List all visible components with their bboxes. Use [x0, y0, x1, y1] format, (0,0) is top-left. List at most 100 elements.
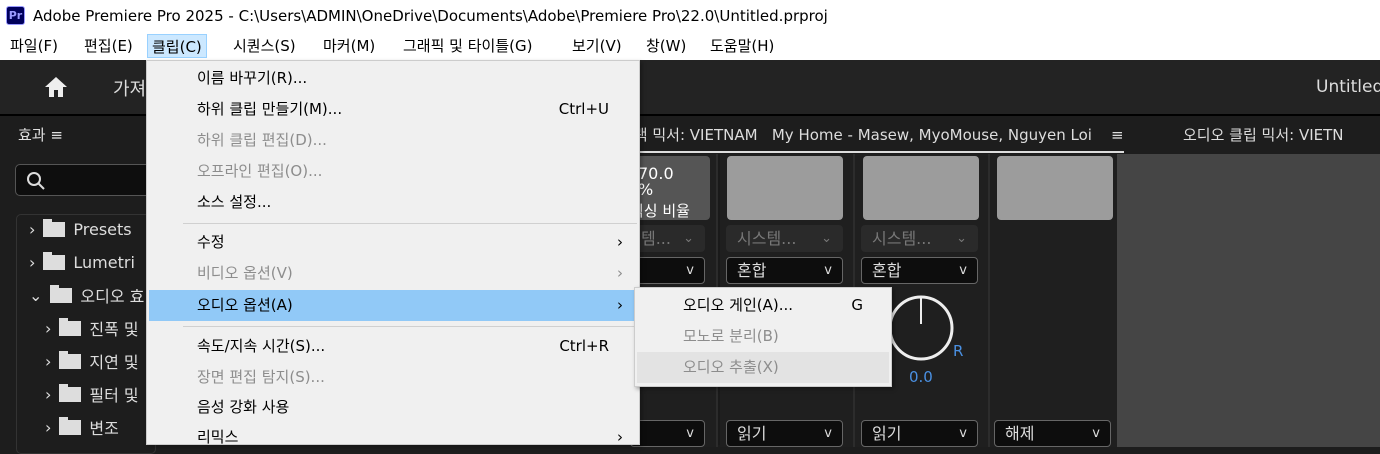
chevron-down-icon: v: [824, 426, 832, 441]
chevron-down-icon[interactable]: ⌄: [29, 286, 42, 305]
fx-slot[interactable]: [997, 156, 1113, 220]
chevron-right-icon[interactable]: ›: [29, 220, 35, 239]
tree-label: 필터 및: [89, 386, 139, 405]
project-name: Untitled: [1316, 77, 1380, 97]
menu-item-remix[interactable]: 리믹스 ›: [149, 422, 637, 453]
chevron-down-icon: ⌄: [956, 231, 967, 246]
folder-star-icon: [43, 251, 66, 270]
tree-item-filter[interactable]: › 필터 및: [45, 380, 139, 408]
menu-item-rename[interactable]: 이름 바꾸기(R)...: [149, 63, 637, 94]
title-bar: Pr Adobe Premiere Pro 2025 - C:\Users\AD…: [0, 0, 1380, 32]
effects-title: 효과: [18, 126, 46, 144]
chevron-right-icon[interactable]: ›: [45, 418, 51, 437]
chevron-right-icon[interactable]: ›: [45, 352, 51, 371]
effects-search-input[interactable]: [15, 164, 165, 196]
menu-item-audio-gain[interactable]: 오디오 게인(A)... G: [637, 290, 889, 321]
tab-label: 트랙 믹서: VIETNAM: [620, 126, 758, 144]
menu-item-edit-subclip: 하위 클립 편집(D)...: [197, 131, 327, 149]
home-icon[interactable]: [44, 76, 68, 98]
pan-value[interactable]: 0.0: [909, 368, 933, 386]
tree-label: 변조: [89, 419, 119, 438]
blend-dropdown[interactable]: 혼합 v: [861, 257, 978, 284]
chevron-down-icon: ⌄: [683, 231, 694, 246]
chevron-down-icon: v: [824, 263, 832, 278]
tree-label: 지연 및: [89, 353, 139, 372]
menu-help[interactable]: 도움말(H): [706, 34, 778, 58]
menu-item-source-settings[interactable]: 소스 설정...: [149, 187, 637, 218]
audio-options-submenu: 오디오 게인(A)... G 모노로 분리(B) 오디오 추출(X): [634, 287, 892, 387]
shortcut-label: Ctrl+U: [558, 100, 609, 118]
tree-item-presets[interactable]: › Presets: [29, 215, 132, 243]
chevron-right-icon[interactable]: ›: [29, 253, 35, 272]
menu-marker[interactable]: 마커(M): [319, 34, 379, 58]
tree-item-audio-effects[interactable]: ⌄ 오디오 효: [29, 281, 144, 309]
menu-item-extract-audio: 오디오 추출(X): [637, 352, 889, 383]
menu-separator: [183, 223, 637, 224]
menu-sequence[interactable]: 시퀀스(S): [229, 34, 300, 58]
menu-item-modify[interactable]: 수정 ›: [149, 227, 637, 258]
effects-panel-title[interactable]: 효과 ≡: [18, 124, 63, 145]
tree-item-delay[interactable]: › 지연 및: [45, 347, 139, 375]
menu-item-make-subclip[interactable]: 하위 클립 만들기(M)... Ctrl+U: [149, 94, 637, 125]
folder-icon: [59, 350, 82, 369]
mixer-empty-area: [1117, 154, 1380, 447]
menu-item-edit-offline: 오프라인 편집(O)...: [197, 162, 323, 180]
automation-dropdown[interactable]: 읽기 v: [861, 420, 978, 447]
menu-bar: 파일(F) 편집(E) 클립(C) 시퀀스(S) 마커(M) 그래픽 및 타이틀…: [0, 32, 1380, 60]
shortcut-label: G: [851, 296, 863, 314]
menu-item-video-options: 비디오 옵션(V) ›: [149, 258, 637, 289]
chevron-down-icon: v: [686, 426, 694, 441]
chevron-down-icon: v: [959, 426, 967, 441]
menu-item-enhance-speech[interactable]: 음성 강화 사용: [149, 392, 637, 423]
chevron-down-icon: v: [1092, 426, 1100, 441]
menu-edit[interactable]: 편집(E): [80, 34, 137, 58]
mixer-channel-master: 해제 v: [990, 154, 1117, 447]
panel-menu-icon[interactable]: ≡: [50, 126, 63, 144]
panel-menu-icon[interactable]: ≡: [1111, 126, 1124, 144]
chevron-right-icon: ›: [617, 264, 623, 282]
fx-slot[interactable]: [863, 156, 979, 220]
tree-item-amplitude[interactable]: › 진폭 및: [45, 314, 139, 342]
system-dropdown: 시스템... ⌄: [726, 225, 843, 252]
blend-dropdown[interactable]: 혼합 v: [726, 257, 843, 284]
window-title: Adobe Premiere Pro 2025 - C:\Users\ADMIN…: [33, 7, 828, 25]
system-dropdown: 템... ⌄: [630, 225, 705, 252]
menu-view[interactable]: 보기(V): [568, 34, 626, 58]
menu-item-audio-options[interactable]: 오디오 옵션(A) ›: [149, 290, 637, 321]
chevron-down-icon: v: [686, 263, 694, 278]
tree-item-lumetri[interactable]: › Lumetri: [29, 248, 135, 276]
search-icon: [27, 172, 45, 190]
chevron-down-icon: ⌄: [821, 231, 832, 246]
folder-icon: [59, 416, 82, 435]
tab-audio-clip-mixer[interactable]: 오디오 클립 믹서: VIETN: [1183, 124, 1344, 145]
mix-ratio-box[interactable]: 70.0% 믹싱 비율: [630, 156, 710, 220]
effects-panel: 효과 ≡ › Presets › Lumetri ⌄ 오디오 효 › 진폭 및 › 지연 …: [0, 114, 165, 454]
fx-slot[interactable]: [727, 156, 843, 220]
menu-graphics[interactable]: 그래픽 및 타이틀(G): [399, 34, 536, 58]
menu-clip[interactable]: 클립(C): [147, 34, 207, 58]
tree-item-modulation[interactable]: › 변조: [45, 413, 119, 441]
tab-track-mixer[interactable]: 트랙 믹서: VIETNAM My Home - Masew, MyoMouse…: [620, 124, 1124, 153]
folder-star-icon: [43, 218, 66, 237]
automation-dropdown[interactable]: 해제 v: [994, 420, 1111, 447]
folder-icon: [59, 383, 82, 402]
automation-dropdown[interactable]: v: [630, 420, 705, 447]
pan-knob-icon[interactable]: [887, 294, 957, 364]
chevron-right-icon: ›: [617, 296, 623, 314]
chevron-right-icon[interactable]: ›: [45, 319, 51, 338]
workspace-tab[interactable]: 가져: [113, 75, 146, 101]
menu-item-speed-duration[interactable]: 속도/지속 시간(S)... Ctrl+R: [149, 331, 637, 362]
mix-value: 70.0%: [638, 164, 674, 199]
automation-dropdown[interactable]: 읽기 v: [726, 420, 843, 447]
folder-icon: [59, 317, 82, 336]
menu-window[interactable]: 창(W): [642, 34, 690, 58]
menu-item-scene-detect: 장면 편집 탐지(S)...: [197, 368, 325, 386]
shortcut-label: Ctrl+R: [559, 337, 609, 355]
chevron-right-icon[interactable]: ›: [45, 385, 51, 404]
tree-label: 진폭 및: [89, 320, 139, 339]
blend-dropdown[interactable]: v: [630, 257, 705, 284]
menu-file[interactable]: 파일(F): [6, 34, 62, 58]
folder-icon: [50, 284, 73, 303]
sequence-name: My Home - Masew, MyoMouse, Nguyen Loi: [771, 126, 1092, 144]
tree-label: Presets: [73, 219, 132, 239]
